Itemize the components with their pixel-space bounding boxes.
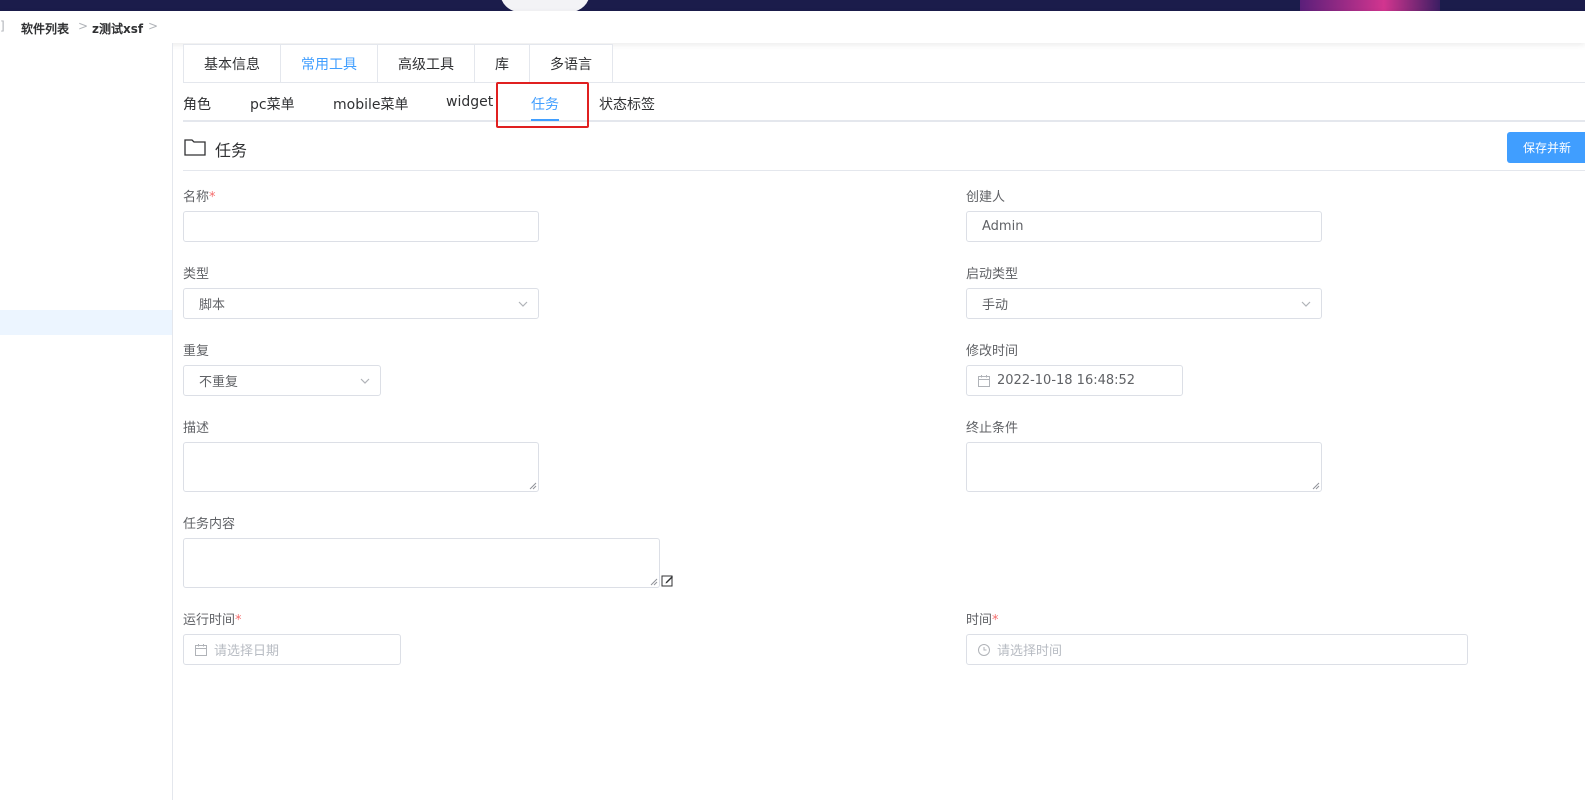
sidebar-active-item[interactable] [0, 310, 172, 335]
name-label-text: 名称 [183, 190, 210, 205]
subtab-role[interactable]: 角色 [183, 94, 211, 114]
required-mark: * [209, 190, 216, 205]
name-input[interactable] [183, 211, 539, 242]
modified-time-input[interactable]: 2022-10-18 16:48:52 [966, 365, 1183, 396]
modified-time-value: 2022-10-18 16:48:52 [997, 373, 1136, 388]
subtab-pc-menu[interactable]: pc菜单 [250, 94, 295, 114]
type-select-value: 脚本 [199, 298, 226, 313]
chevron-right-icon: > [78, 19, 89, 33]
sub-tabs: 角色 pc菜单 mobile菜单 widget 任务 状态标签 [183, 83, 1585, 122]
chevron-down-icon [1301, 301, 1311, 307]
repeat-select[interactable]: 不重复 [183, 365, 381, 396]
description-label: 描述 [183, 421, 210, 436]
main-tabs: 基本信息 常用工具 高级工具 库 多语言 [183, 44, 613, 83]
section-header: 任务 保存并新 [183, 130, 1585, 171]
calendar-icon [978, 374, 990, 387]
resize-handle-icon[interactable] [1312, 482, 1320, 490]
subtab-status-tags[interactable]: 状态标签 [599, 94, 655, 114]
subtab-widget[interactable]: widget [446, 94, 493, 110]
task-content-textarea[interactable] [183, 538, 660, 588]
task-content-label: 任务内容 [183, 517, 236, 532]
chevron-down-icon [360, 378, 370, 384]
start-type-label: 启动类型 [966, 267, 1019, 282]
start-type-select[interactable]: 手动 [966, 288, 1322, 319]
resize-handle-icon[interactable] [529, 482, 537, 490]
folder-icon [184, 139, 206, 156]
time-label-text: 时间 [966, 613, 993, 628]
time-label: 时间* [966, 609, 999, 628]
name-label: 名称* [183, 186, 216, 205]
banner-decoration [500, 0, 590, 11]
required-mark: * [992, 613, 999, 628]
clock-icon [978, 643, 990, 656]
time-placeholder: 请选择时间 [997, 644, 1063, 659]
tab-multi-language[interactable]: 多语言 [530, 45, 612, 83]
sidebar [0, 43, 173, 800]
creator-label: 创建人 [966, 190, 1006, 205]
repeat-select-value: 不重复 [199, 375, 239, 390]
breadcrumb-item-current[interactable]: z测试xsf [92, 20, 143, 37]
modified-time-label: 修改时间 [966, 344, 1019, 359]
run-date-placeholder: 请选择日期 [214, 644, 280, 659]
edit-icon[interactable] [661, 574, 674, 587]
stop-condition-label: 终止条件 [966, 421, 1019, 436]
save-and-new-button[interactable]: 保存并新 [1507, 132, 1585, 163]
breadcrumb-fragment: ] [0, 19, 5, 33]
tab-library[interactable]: 库 [475, 45, 530, 83]
breadcrumb: ] 软件列表 > z测试xsf > [0, 11, 1585, 43]
creator-input[interactable]: Admin [966, 211, 1322, 242]
top-banner [0, 0, 1585, 11]
subtab-task[interactable]: 任务 [531, 94, 559, 114]
section-title: 任务 [215, 141, 248, 160]
run-date-picker[interactable]: 请选择日期 [183, 634, 401, 665]
breadcrumb-item-software-list[interactable]: 软件列表 [21, 20, 69, 37]
chevron-down-icon [518, 301, 528, 307]
repeat-label: 重复 [183, 344, 210, 359]
creator-input-value: Admin [982, 219, 1024, 234]
type-label: 类型 [183, 267, 210, 282]
calendar-icon [195, 643, 207, 656]
tab-advanced-tools[interactable]: 高级工具 [378, 45, 475, 83]
required-mark: * [235, 613, 242, 628]
run-date-label-text: 运行时间 [183, 613, 236, 628]
start-type-select-value: 手动 [982, 298, 1009, 313]
type-select[interactable]: 脚本 [183, 288, 539, 319]
resize-handle-icon[interactable] [650, 578, 658, 586]
active-tab-indicator [531, 119, 559, 121]
chevron-right-icon: > [148, 19, 159, 33]
subtab-mobile-menu[interactable]: mobile菜单 [333, 94, 408, 114]
run-date-label: 运行时间* [183, 609, 242, 628]
tab-basic-info[interactable]: 基本信息 [184, 45, 281, 83]
banner-gradient [1300, 0, 1440, 11]
stop-condition-textarea[interactable] [966, 442, 1322, 492]
description-textarea[interactable] [183, 442, 539, 492]
time-picker[interactable]: 请选择时间 [966, 634, 1468, 665]
tab-common-tools[interactable]: 常用工具 [281, 45, 378, 83]
